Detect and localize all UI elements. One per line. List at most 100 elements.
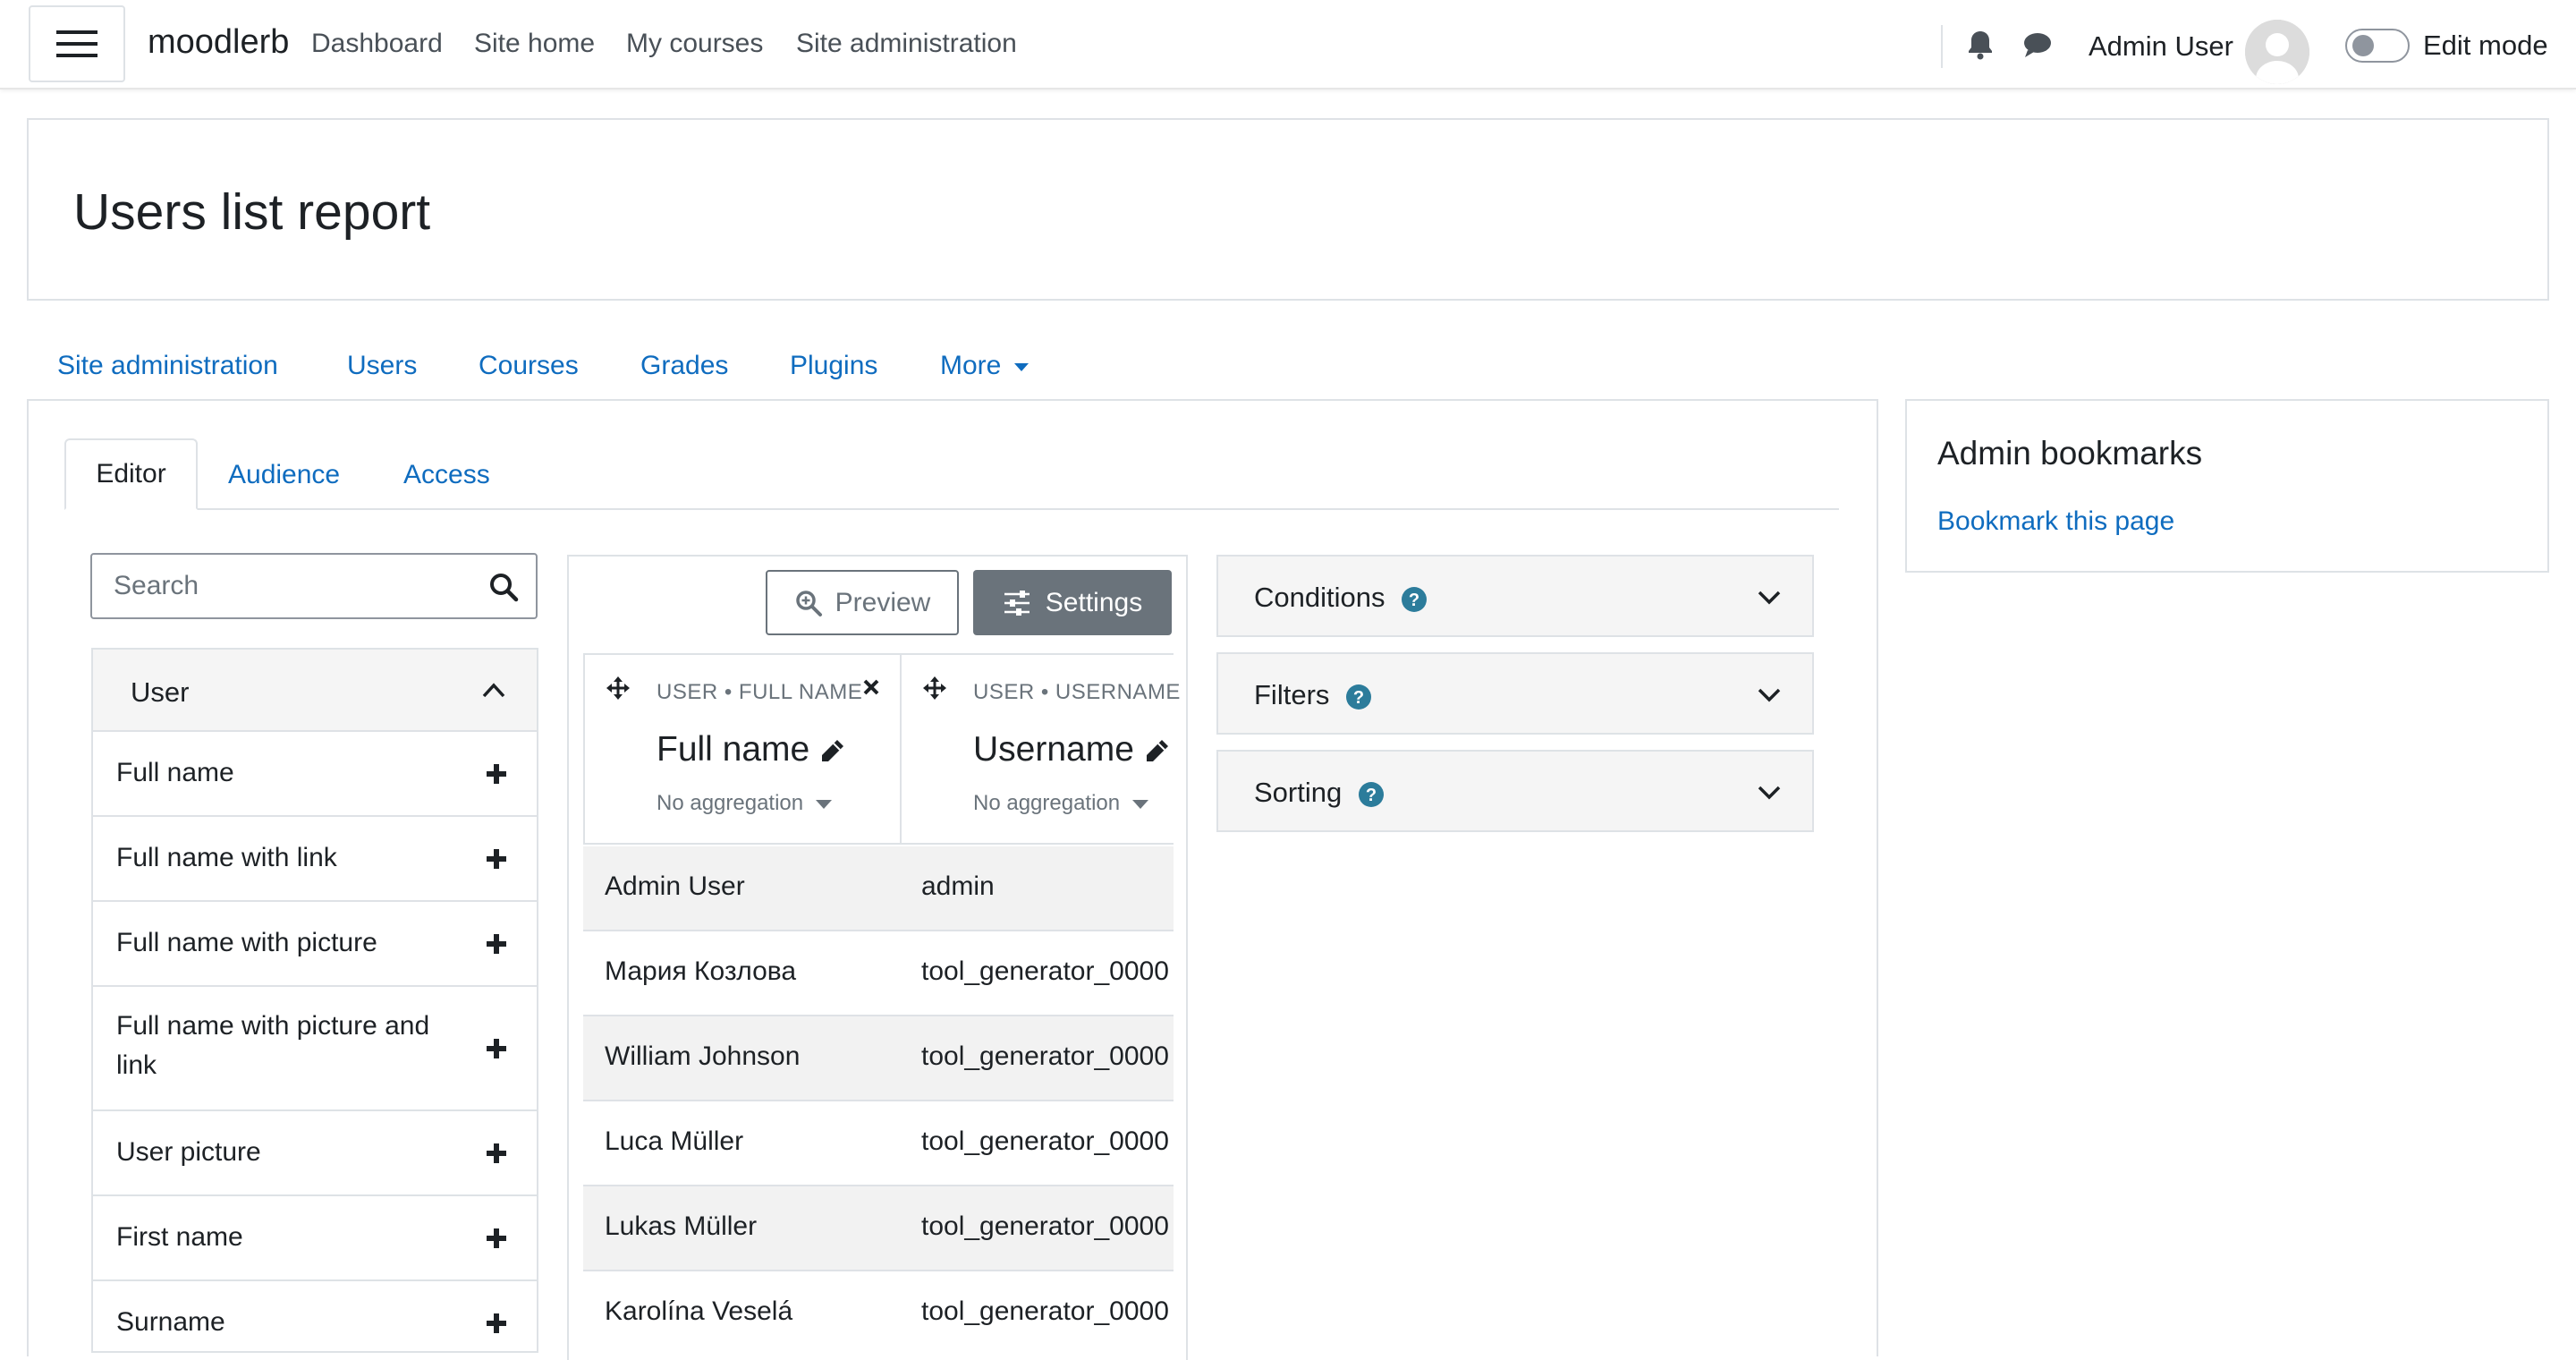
page-header: Users list report	[27, 118, 2549, 301]
edit-mode-toggle[interactable]	[2345, 29, 2410, 63]
secondary-nav-grades[interactable]: Grades	[640, 351, 728, 381]
tab-editor[interactable]: Editor	[64, 438, 198, 510]
svg-text:?: ?	[1409, 591, 1419, 610]
chat-icon[interactable]	[2021, 29, 2054, 61]
column-title-text: Username	[973, 730, 1134, 769]
nav-link-site-home[interactable]: Site home	[474, 29, 595, 59]
filters-panel[interactable]: Filters?	[1216, 652, 1814, 735]
chevron-down-icon	[1758, 591, 1781, 605]
sliders-icon	[1004, 590, 1030, 616]
help-icon[interactable]: ?	[1401, 586, 1428, 613]
cell-full-name: Lukas Müller	[605, 1211, 758, 1241]
cell-username: admin	[921, 871, 995, 901]
cell-username: tool_generator_0000	[921, 1211, 1169, 1241]
field-item-full-name[interactable]: Full name	[91, 732, 538, 817]
user-field-group-header[interactable]: User	[91, 648, 538, 732]
cell-username: tool_generator_0000	[921, 1296, 1169, 1326]
aggregation-select[interactable]: No aggregation	[973, 791, 1149, 816]
svg-text:?: ?	[1353, 688, 1364, 708]
plus-icon	[487, 934, 506, 954]
table-row: Admin User admin	[583, 846, 1174, 931]
site-brand[interactable]: moodlerb	[148, 23, 289, 62]
table-row: Мария Козлова tool_generator_0000	[583, 931, 1174, 1016]
admin-bookmarks-block: Admin bookmarks Bookmark this page	[1905, 399, 2549, 573]
svg-text:?: ?	[1366, 786, 1377, 805]
sorting-panel[interactable]: Sorting?	[1216, 750, 1814, 832]
tab-access[interactable]: Access	[403, 460, 490, 490]
bell-icon[interactable]	[1964, 29, 1996, 61]
field-item-label: Full name with picture and link	[116, 1011, 430, 1080]
settings-label: Settings	[1045, 587, 1143, 617]
avatar[interactable]	[2245, 20, 2309, 84]
nav-link-dashboard[interactable]: Dashboard	[311, 29, 443, 59]
column-title[interactable]: Username	[973, 730, 1170, 769]
user-menu-name[interactable]: Admin User	[2089, 30, 2233, 63]
secondary-nav-more[interactable]: More	[940, 351, 1029, 381]
secondary-nav-plugins[interactable]: Plugins	[790, 351, 877, 381]
nav-link-site-administration[interactable]: Site administration	[796, 29, 1017, 59]
cell-full-name: Karolína Veselá	[605, 1296, 793, 1326]
cell-full-name: William Johnson	[605, 1041, 801, 1071]
table-row: Karolína Veselá tool_generator_0000	[583, 1271, 1174, 1356]
edit-mode-label: Edit mode	[2423, 30, 2548, 61]
settings-button[interactable]: Settings	[973, 570, 1172, 635]
pencil-icon[interactable]	[818, 738, 845, 765]
sorting-label: Sorting	[1254, 777, 1343, 808]
field-item-full-name-with-picture[interactable]: Full name with picture	[91, 902, 538, 987]
plus-icon	[487, 764, 506, 784]
move-icon[interactable]	[923, 676, 946, 700]
help-icon[interactable]: ?	[1345, 684, 1372, 710]
conditions-label: Conditions	[1254, 582, 1385, 613]
plus-icon	[487, 1143, 506, 1163]
column-header-full-name: USER • FULL NAME Full name No aggregatio…	[583, 653, 902, 845]
field-item-label: User picture	[116, 1137, 261, 1167]
remove-column-icon[interactable]	[862, 678, 880, 696]
preview-label: Preview	[835, 587, 931, 617]
secondary-nav-courses[interactable]: Courses	[479, 351, 579, 381]
zoom-in-icon	[795, 590, 822, 616]
field-item-label: Full name with link	[116, 843, 337, 872]
cell-username: tool_generator_0000	[921, 1126, 1169, 1156]
field-item-surname[interactable]: Surname	[91, 1281, 538, 1353]
search-icon[interactable]	[487, 571, 520, 603]
tabs-divider	[64, 508, 1839, 510]
caret-down-icon	[1013, 362, 1029, 371]
help-icon[interactable]: ?	[1358, 781, 1385, 808]
chevron-down-icon	[1758, 786, 1781, 800]
conditions-panel[interactable]: Conditions?	[1216, 555, 1814, 637]
plus-icon	[487, 849, 506, 869]
navbar-divider	[1941, 25, 1943, 68]
field-item-label: First name	[116, 1222, 243, 1252]
field-item-full-name-with-picture-and-link[interactable]: Full name with picture and link	[91, 987, 538, 1111]
preview-button[interactable]: Preview	[766, 570, 959, 635]
cell-full-name: Luca Müller	[605, 1126, 744, 1156]
aggregation-select[interactable]: No aggregation	[657, 791, 833, 816]
field-item-label: Full name with picture	[116, 928, 377, 957]
aggregation-value: No aggregation	[973, 791, 1121, 815]
bookmark-this-page-link[interactable]: Bookmark this page	[1937, 506, 2174, 537]
search-input[interactable]	[92, 555, 468, 617]
field-item-full-name-with-link[interactable]: Full name with link	[91, 817, 538, 902]
field-group-label: User	[131, 676, 190, 708]
move-icon[interactable]	[606, 676, 630, 700]
top-navbar: moodlerb Dashboard Site home My courses …	[0, 0, 2576, 89]
field-item-user-picture[interactable]: User picture	[91, 1111, 538, 1196]
field-item-label: Surname	[116, 1307, 225, 1337]
secondary-nav-site-administration[interactable]: Site administration	[57, 351, 278, 381]
caret-down-icon	[816, 799, 833, 809]
caret-down-icon	[1132, 799, 1149, 809]
chevron-up-icon	[482, 683, 505, 698]
column-title-text: Full name	[657, 730, 810, 769]
cell-username: tool_generator_0000	[921, 956, 1169, 986]
table-row: Lukas Müller tool_generator_0000	[583, 1186, 1174, 1271]
menu-icon[interactable]	[29, 5, 125, 82]
secondary-nav-users[interactable]: Users	[347, 351, 417, 381]
tab-audience[interactable]: Audience	[228, 460, 340, 490]
nav-link-my-courses[interactable]: My courses	[626, 29, 763, 59]
field-item-first-name[interactable]: First name	[91, 1196, 538, 1281]
field-item-label: Full name	[116, 758, 234, 787]
block-title: Admin bookmarks	[1937, 435, 2203, 472]
pencil-icon[interactable]	[1143, 738, 1170, 765]
column-header-username: USER • USERNAME Username No aggregation	[900, 653, 1180, 845]
column-title[interactable]: Full name	[657, 730, 845, 769]
